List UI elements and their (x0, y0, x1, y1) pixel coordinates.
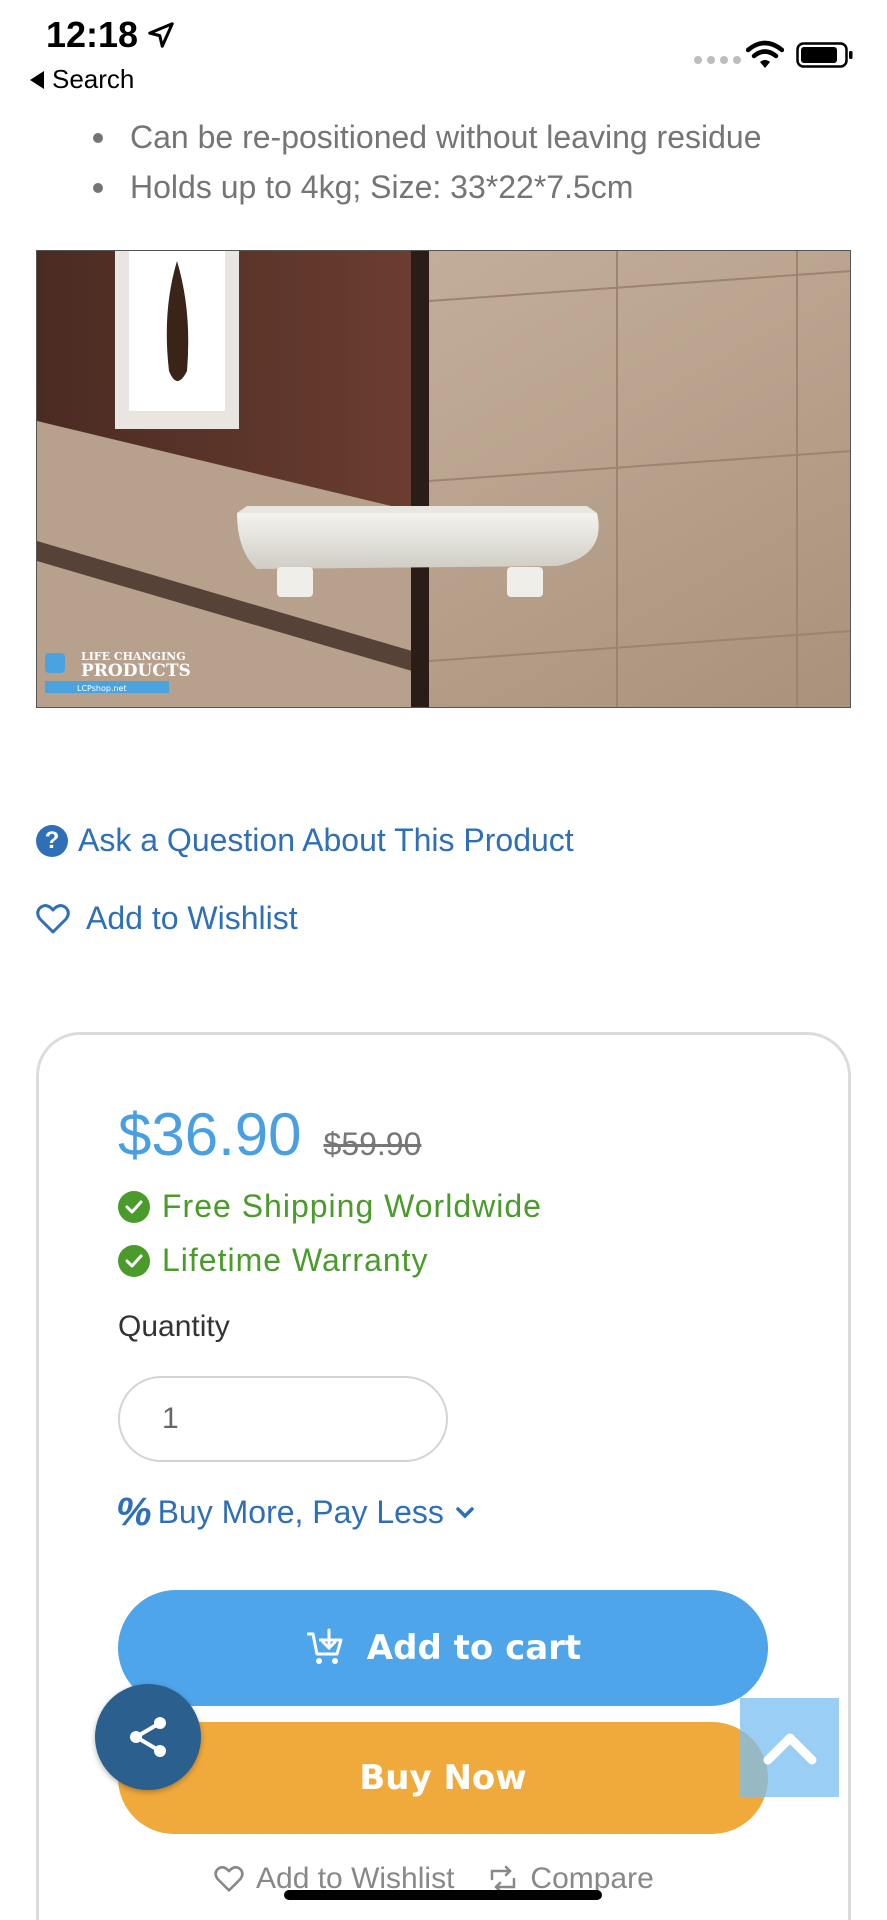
share-button[interactable] (95, 1684, 201, 1790)
battery-icon (796, 42, 853, 68)
price-current: $36.90 (118, 1101, 302, 1168)
cart-plus-icon (306, 1628, 343, 1664)
product-image: LIFE CHANGING PRODUCTS LCPshop.net (36, 250, 851, 708)
perk-label: Lifetime Warranty (162, 1242, 429, 1278)
add-to-wishlist-label: Add to Wishlist (86, 900, 298, 936)
location-arrow-icon (148, 22, 174, 48)
price-original: $59.90 (323, 1126, 422, 1162)
wifi-icon (746, 40, 784, 68)
logo-text-main: PRODUCTS (81, 661, 191, 681)
feature-item: Holds up to 4kg; Size: 33*22*7.5cm (90, 162, 762, 212)
heart-icon (36, 903, 70, 933)
heart-icon (214, 1865, 244, 1892)
cellular-signal-icon (694, 56, 741, 64)
add-to-wishlist-link[interactable]: Add to Wishlist (36, 900, 298, 937)
check-circle-icon (118, 1190, 150, 1223)
status-time: 12:18 (46, 14, 176, 56)
question-circle-icon: ? (36, 824, 68, 857)
buy-more-label: Buy More, Pay Less (157, 1494, 444, 1530)
back-search-label: Search (52, 64, 135, 94)
feature-list: Can be re-positioned without leaving res… (90, 112, 762, 212)
ask-question-label: Ask a Question About This Product (78, 822, 574, 858)
perk-free-shipping: Free Shipping Worldwide (118, 1188, 542, 1225)
check-circle-icon (118, 1244, 150, 1277)
feature-item: Can be re-positioned without leaving res… (90, 112, 762, 162)
home-indicator (284, 1890, 602, 1900)
buy-more-pay-less-toggle[interactable]: % Buy More, Pay Less (116, 1490, 474, 1535)
back-to-search-button[interactable]: Search (30, 64, 134, 95)
add-to-cart-button[interactable]: Add to cart (118, 1590, 768, 1706)
compare-icon (491, 1865, 516, 1893)
quantity-label: Quantity (118, 1310, 230, 1343)
ask-question-link[interactable]: ? Ask a Question About This Product (36, 822, 574, 859)
price-row: $36.90 $59.90 (118, 1100, 421, 1169)
add-to-cart-label: Add to cart (366, 1628, 582, 1668)
status-time-label: 12:18 (46, 14, 139, 55)
quantity-input[interactable] (118, 1376, 448, 1462)
perk-label: Free Shipping Worldwide (162, 1188, 542, 1224)
chevron-down-icon (456, 1506, 474, 1518)
buy-now-button[interactable]: Buy Now (118, 1722, 768, 1834)
perk-lifetime-warranty: Lifetime Warranty (118, 1242, 429, 1279)
chevron-up-icon (763, 1733, 816, 1764)
logo-text-url: LCPshop.net (77, 684, 127, 693)
percent-icon: % (116, 1490, 152, 1534)
back-triangle-icon (30, 70, 44, 89)
scroll-to-top-button[interactable] (740, 1698, 839, 1797)
share-icon (130, 1717, 166, 1757)
